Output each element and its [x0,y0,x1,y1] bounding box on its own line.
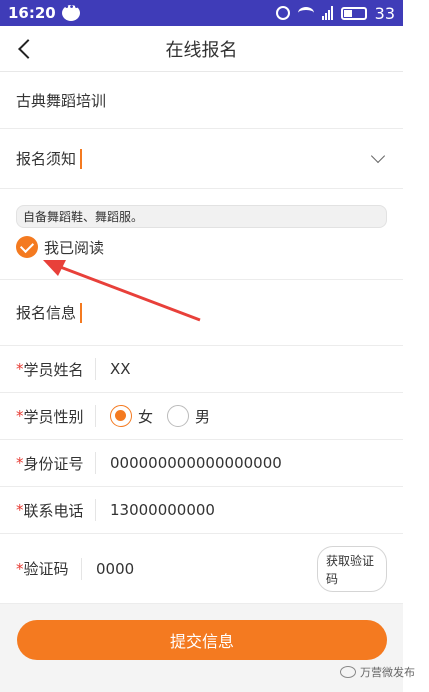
id-label: * 身份证号 [16,452,96,474]
name-label: * 学员姓名 [16,358,96,380]
watermark-text: 万营微发布 [360,666,415,679]
radio-selected-icon[interactable] [110,405,132,427]
status-time: 16:20 [8,4,56,22]
chevron-down-icon[interactable] [370,148,386,163]
code-input[interactable]: 0000 [96,560,134,578]
required-mark: * [16,559,24,578]
notice-heading: 报名须知 [16,150,77,168]
section-marker [80,302,83,323]
gender-field-row: * 学员性别 女 男 [0,393,403,440]
code-field-row: * 验证码 0000 获取验证码 [0,534,403,604]
required-mark: * [16,407,24,425]
course-name: 古典舞蹈培训 [16,91,107,110]
gender-option-male[interactable]: 男 [167,405,210,427]
required-mark: * [16,454,24,472]
checkmark-icon[interactable] [16,236,38,258]
id-input[interactable]: 000000000000000000 [110,454,282,472]
required-mark: * [16,501,24,519]
registration-page: 在线报名 古典舞蹈培训 报名须知 自备舞蹈鞋、舞蹈服。 我已阅读 报名信息 * 学… [0,26,403,692]
info-header: 报名信息 [0,280,403,346]
required-mark: * [16,360,24,378]
nav-bar: 在线报名 [0,26,403,72]
section-marker [80,148,83,169]
gender-label: * 学员性别 [16,405,96,427]
signal-icon [321,6,333,20]
name-field-row: * 学员姓名 XX [0,346,403,393]
read-agreement[interactable]: 我已阅读 [16,236,387,258]
notice-header[interactable]: 报名须知 [0,129,403,189]
message-icon [61,2,80,21]
wifi-icon [297,7,314,19]
submit-button[interactable]: 提交信息 [17,620,387,660]
radio-unselected-icon[interactable] [167,405,190,427]
phone-input[interactable]: 13000000000 [110,501,215,519]
phone-label: * 联系电话 [16,499,96,521]
alarm-icon [275,6,290,20]
read-label: 我已阅读 [44,238,105,257]
battery-icon [340,6,367,20]
code-label: * 验证码 [16,557,82,580]
page-title: 在线报名 [165,39,238,61]
info-heading: 报名信息 [16,304,77,322]
battery-level: 33 [374,3,395,23]
status-bar: 16:20 33 [0,0,403,26]
id-field-row: * 身份证号 000000000000000000 [0,440,403,487]
course-name-row: 古典舞蹈培训 [0,72,403,129]
gender-option-female[interactable]: 女 [110,405,153,427]
watermark: 万营微发布 [340,664,415,680]
get-code-button[interactable]: 获取验证码 [317,545,387,592]
notice-text: 自备舞蹈鞋、舞蹈服。 [16,205,387,228]
status-icons: 33 [275,3,395,23]
phone-field-row: * 联系电话 13000000000 [0,487,403,534]
notice-body: 自备舞蹈鞋、舞蹈服。 我已阅读 [0,189,403,280]
name-input[interactable]: XX [110,360,131,378]
wechat-icon [340,666,356,678]
back-arrow-icon[interactable] [14,36,36,62]
